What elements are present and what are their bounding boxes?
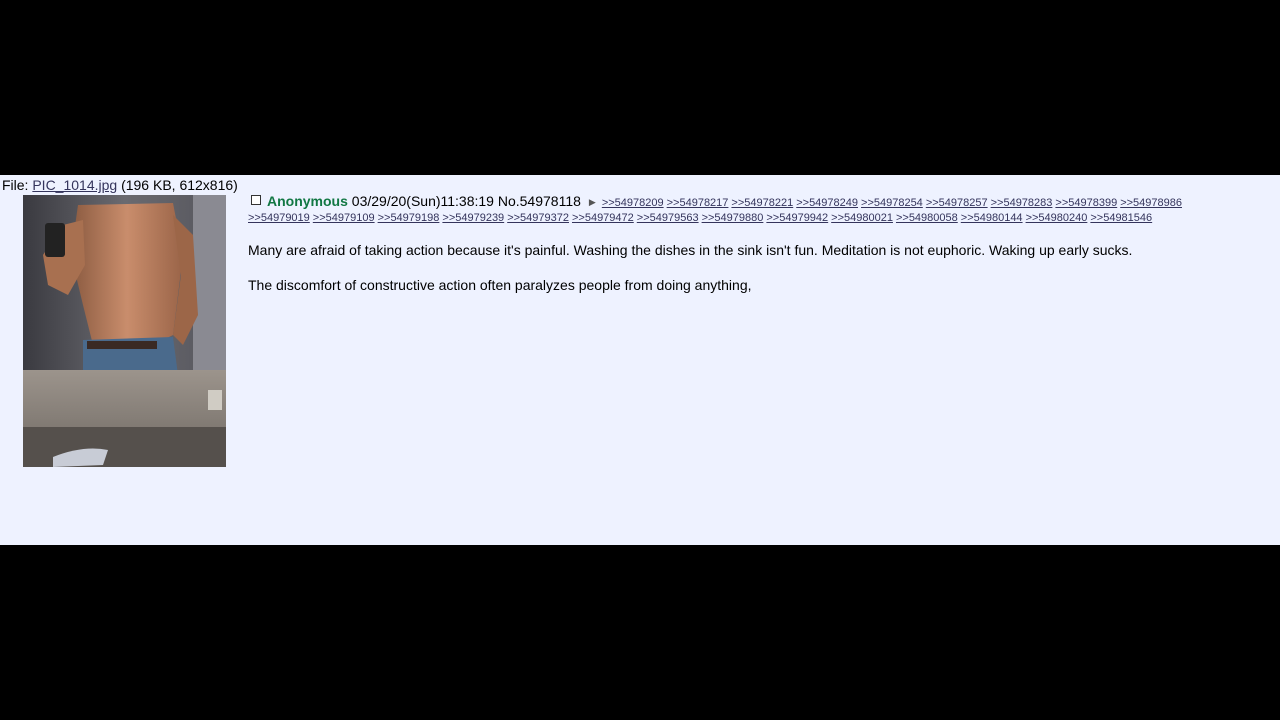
file-prefix: File: [2,177,33,193]
backlink[interactable]: >>54978209 [602,197,664,209]
post-menu-arrow-icon[interactable]: ▶ [589,197,596,207]
backlink[interactable]: >>54980058 [896,212,958,224]
backlink[interactable]: >>54978257 [926,197,988,209]
backlink[interactable]: >>54978221 [731,197,793,209]
backlink[interactable]: >>54980240 [1026,212,1088,224]
backlink[interactable]: >>54980021 [831,212,893,224]
post-panel: File: PIC_1014.jpg (196 KB, 612x816) Ano… [0,175,1280,545]
backlinks-row2: >>54979019 >>54979109 >>54979198 >>54979239… [248,212,1155,224]
backlink[interactable]: >>54979019 [248,212,310,224]
poster-name: Anonymous [267,193,348,209]
backlink[interactable]: >>54978283 [991,197,1053,209]
post-paragraph: The discomfort of constructive action of… [248,277,752,293]
backlinks-row1: >>54978209 >>54978217 >>54978221 >>54978249… [602,197,1185,209]
backlink[interactable]: >>54980144 [961,212,1023,224]
thumbnail-photo [23,195,226,467]
backlink[interactable]: >>54978217 [667,197,729,209]
backlink[interactable]: >>54979942 [766,212,828,224]
backlink[interactable]: >>54981546 [1090,212,1152,224]
backlink[interactable]: >>54979372 [507,212,569,224]
backlink[interactable]: >>54979109 [313,212,375,224]
post-checkbox[interactable] [251,195,261,205]
post-thumbnail[interactable] [23,195,226,467]
file-link[interactable]: PIC_1014.jpg [32,177,117,193]
post-header: Anonymous 03/29/20(Sun)11:38:19 No.54978… [251,193,1185,209]
post-datetime: 03/29/20(Sun)11:38:19 [351,193,494,209]
backlink[interactable]: >>54979472 [572,212,634,224]
backlink[interactable]: >>54979880 [702,212,764,224]
file-details: (196 KB, 612x816) [117,177,238,193]
backlink[interactable]: >>54978399 [1055,197,1117,209]
file-info: File: PIC_1014.jpg (196 KB, 612x816) [2,177,238,193]
post-number[interactable]: No.54978118 [498,193,581,209]
backlink[interactable]: >>54978249 [796,197,858,209]
backlink[interactable]: >>54979239 [442,212,504,224]
backlink[interactable]: >>54978986 [1120,197,1182,209]
backlink[interactable]: >>54979563 [637,212,699,224]
backlink[interactable]: >>54978254 [861,197,923,209]
post-paragraph: Many are afraid of taking action because… [248,242,1133,258]
backlink[interactable]: >>54979198 [378,212,440,224]
